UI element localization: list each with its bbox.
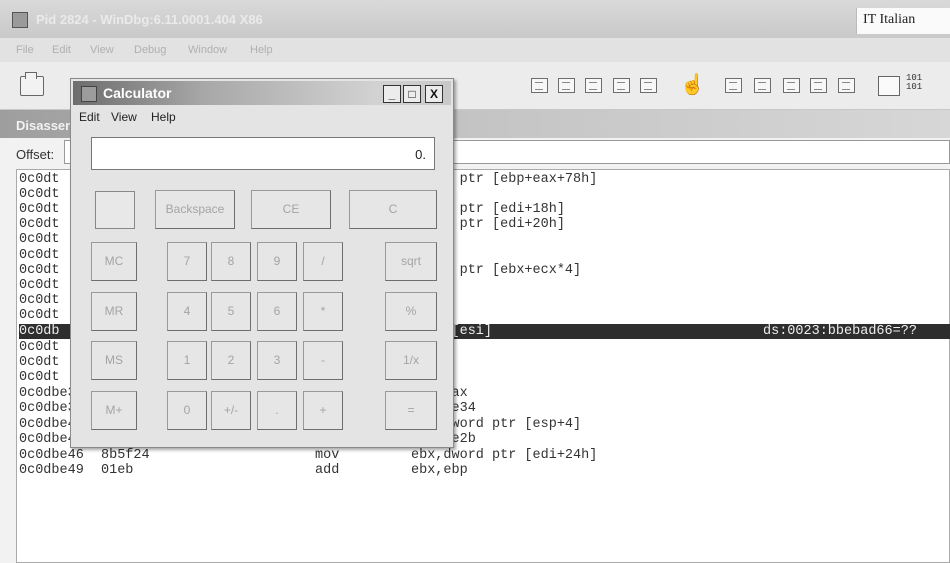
row-address: 0c0dt: [19, 278, 60, 293]
menu-help[interactable]: Help: [250, 44, 273, 56]
menu-debug[interactable]: Debug: [134, 44, 166, 56]
divide-button[interactable]: /: [303, 242, 343, 281]
digit-1-button[interactable]: 1: [167, 341, 207, 380]
digit-3-button[interactable]: 3: [257, 341, 297, 380]
percent-button[interactable]: %: [385, 292, 437, 331]
digit-9-button[interactable]: 9: [257, 242, 297, 281]
menu-file[interactable]: File: [16, 44, 34, 56]
source-mode-icon[interactable]: [878, 76, 900, 96]
windbg-app-icon: [12, 12, 28, 28]
memory-window-icon[interactable]: [640, 78, 657, 93]
row-address: 0c0dt: [19, 263, 60, 278]
calculator-window: Calculator _ □ X Edit View Help 0. Backs…: [70, 78, 454, 448]
row-operands: ebx,dword ptr [edi+24h]: [411, 448, 598, 463]
backspace-button[interactable]: Backspace: [155, 190, 235, 229]
digit-0-button[interactable]: 0: [167, 391, 207, 430]
locals-window-icon[interactable]: [585, 78, 602, 93]
calculator-titlebar[interactable]: Calculator _ □ X: [73, 81, 451, 105]
row-bytes: 01eb: [101, 463, 134, 478]
calculator-menubar: Edit View Help: [71, 106, 453, 126]
reciprocal-button[interactable]: 1/x: [385, 341, 437, 380]
disassembly-row[interactable]: 0c0dbe49 01eb add ebx,ebp: [19, 463, 950, 478]
calc-menu-help[interactable]: Help: [151, 110, 176, 124]
open-folder-icon[interactable]: [20, 72, 44, 96]
memory-indicator: [95, 191, 135, 229]
hand-icon[interactable]: ☝: [680, 72, 705, 97]
binary-mode-icon[interactable]: 101 101: [906, 74, 922, 92]
digit-5-button[interactable]: 5: [211, 292, 251, 331]
calculator-display: 0.: [91, 137, 435, 170]
row-mnemonic: mov: [315, 448, 340, 463]
clear-button[interactable]: C: [349, 190, 437, 229]
menu-edit[interactable]: Edit: [52, 44, 71, 56]
row-address: 0c0dt: [19, 202, 60, 217]
digit-7-button[interactable]: 7: [167, 242, 207, 281]
minimize-button[interactable]: _: [383, 85, 401, 103]
scratch-pad-icon[interactable]: [783, 78, 800, 93]
row-mnemonic: add: [315, 463, 340, 478]
calc-menu-view[interactable]: View: [111, 110, 137, 124]
memory-clear-button[interactable]: MC: [91, 242, 137, 281]
offset-label: Offset:: [16, 147, 55, 162]
row-address: 0c0dbe46: [19, 448, 84, 463]
row-address: 0c0dt: [19, 370, 60, 385]
menubar: File Edit View Debug Window Help: [0, 38, 950, 62]
sign-toggle-button[interactable]: +/-: [211, 391, 251, 430]
memory-store-button[interactable]: MS: [91, 341, 137, 380]
row-comment: ds:0023:bbebad66=??: [763, 324, 917, 339]
maximize-button[interactable]: □: [403, 85, 421, 103]
clear-entry-button[interactable]: CE: [251, 190, 331, 229]
memory-add-button[interactable]: M+: [91, 391, 137, 430]
row-operands: ebx,ebp: [411, 463, 468, 478]
calculator-app-icon: [81, 86, 97, 102]
decimal-point-button[interactable]: .: [257, 391, 297, 430]
row-address: 0c0dt: [19, 355, 60, 370]
row-address: 0c0dt: [19, 293, 60, 308]
watch-window-icon[interactable]: [558, 78, 575, 93]
row-address: 0c0dt: [19, 217, 60, 232]
disassembly-window-icon[interactable]: [754, 78, 771, 93]
sqrt-button[interactable]: sqrt: [385, 242, 437, 281]
row-address: 0c0dt: [19, 232, 60, 247]
row-address: 0c0dt: [19, 308, 60, 323]
processes-threads-icon[interactable]: [810, 78, 827, 93]
row-address: 0c0dt: [19, 187, 60, 202]
menu-window[interactable]: Window: [188, 44, 227, 56]
registers-window-icon[interactable]: [613, 78, 630, 93]
disassembly-row[interactable]: 0c0dbe46 8b5f24 mov ebx,dword ptr [edi+24h]: [19, 448, 950, 463]
row-address: 0c0dt: [19, 172, 60, 187]
row-bytes: 8b5f24: [101, 448, 150, 463]
row-address: 0c0dt: [19, 248, 60, 263]
calc-menu-edit[interactable]: Edit: [79, 110, 100, 124]
language-indicator[interactable]: IT Italian: [856, 8, 950, 34]
add-button[interactable]: +: [303, 391, 343, 430]
equals-button[interactable]: =: [385, 391, 437, 430]
memory-recall-button[interactable]: MR: [91, 292, 137, 331]
subtract-button[interactable]: -: [303, 341, 343, 380]
row-address: 0c0dt: [19, 340, 60, 355]
command-window-icon[interactable]: [531, 78, 548, 93]
digit-2-button[interactable]: 2: [211, 341, 251, 380]
menu-view[interactable]: View: [90, 44, 114, 56]
digit-6-button[interactable]: 6: [257, 292, 297, 331]
row-address: 0c0dbe49: [19, 463, 84, 478]
calculator-title: Calculator: [103, 85, 172, 101]
multiply-button[interactable]: *: [303, 292, 343, 331]
window-title: Pid 2824 - WinDbg:6.11.0001.404 X86: [36, 12, 263, 27]
close-button[interactable]: X: [425, 85, 443, 103]
digit-8-button[interactable]: 8: [211, 242, 251, 281]
digit-4-button[interactable]: 4: [167, 292, 207, 331]
command-browser-icon[interactable]: [838, 78, 855, 93]
call-stack-window-icon[interactable]: [725, 78, 742, 93]
row-address: 0c0db: [19, 324, 60, 339]
